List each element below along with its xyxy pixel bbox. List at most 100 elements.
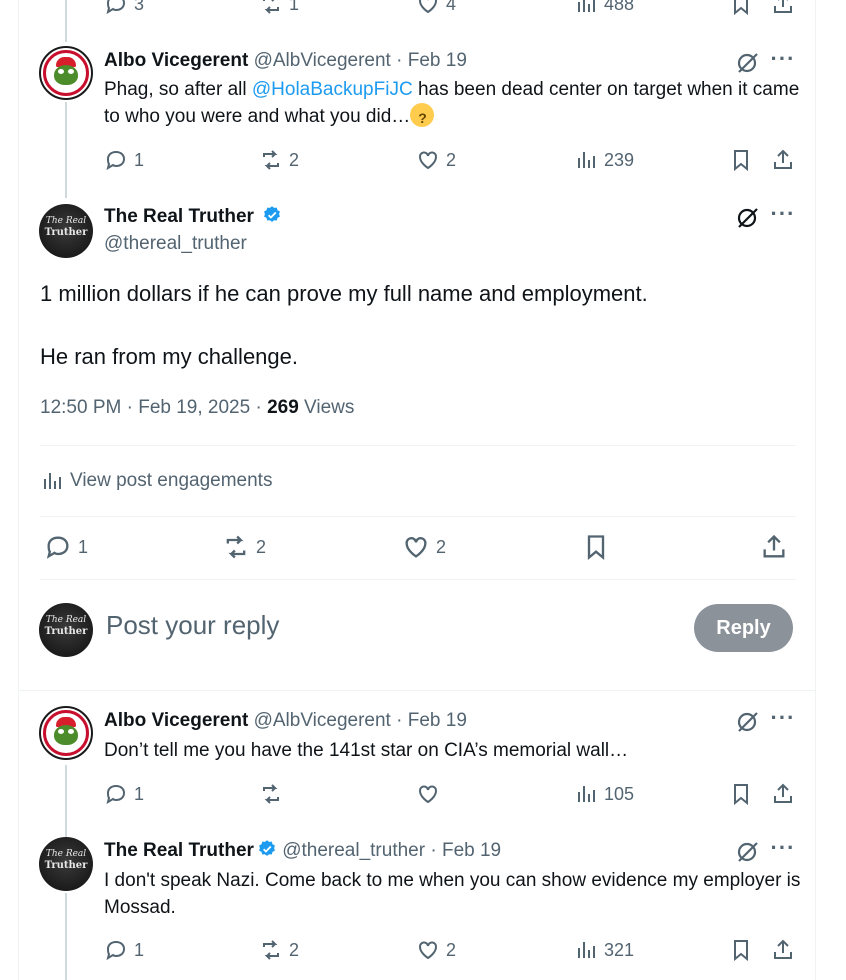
bookmark-action[interactable] [582, 533, 616, 561]
like-action[interactable]: 2 [416, 146, 456, 174]
engagements-icon [44, 473, 61, 489]
grok-icon[interactable] [735, 205, 761, 231]
more-icon[interactable]: ··· [770, 707, 796, 735]
view-engagements-link[interactable]: View post engagements [40, 469, 272, 493]
share-action[interactable] [771, 780, 801, 808]
repost-action[interactable]: 2 [259, 146, 299, 174]
mention-link[interactable]: @HolaBackupFiJC [252, 79, 413, 100]
verified-icon [264, 206, 281, 222]
username[interactable]: @AlbVicegerent [254, 50, 391, 71]
views-action[interactable]: 105 [574, 780, 634, 808]
like-count: 2 [446, 149, 457, 170]
avatar-albo[interactable] [39, 706, 93, 760]
reply-action[interactable]: 1 [44, 533, 88, 561]
verified-icon [259, 840, 275, 856]
more-icon[interactable]: ··· [770, 48, 796, 76]
repost-count: 1 [289, 0, 300, 14]
bookmark-action[interactable] [729, 936, 759, 964]
main-post-line1: 1 million dollars if he can prove my ful… [40, 281, 648, 306]
like-action[interactable]: 4 [416, 0, 456, 18]
reply-icon [106, 150, 126, 171]
more-icon[interactable]: ··· [770, 203, 796, 231]
like-action[interactable] [416, 780, 446, 808]
post-date[interactable]: · Feb 19 [430, 840, 501, 861]
bookmark-action[interactable] [729, 146, 759, 174]
like-icon [419, 0, 437, 14]
repost-count: 2 [289, 149, 300, 170]
share-action[interactable] [771, 146, 801, 174]
repost-icon [263, 0, 279, 14]
repost-action[interactable]: 2 [259, 936, 299, 964]
avatar-truther[interactable]: The Real Truther [39, 837, 93, 891]
like-action[interactable]: 2 [402, 533, 446, 561]
share-icon [774, 783, 792, 803]
views-action[interactable]: 488 [574, 0, 634, 18]
repost-icon [263, 940, 279, 960]
reply-count: 1 [134, 149, 145, 170]
share-icon [774, 939, 792, 959]
display-name[interactable]: Albo Vicegerent [104, 50, 248, 71]
reply2-header: Albo Vicegerent @AlbVicegerent · Feb 19 [104, 709, 467, 733]
views-count: 269 [267, 397, 299, 418]
views-icon [578, 942, 595, 958]
repost-icon [263, 150, 279, 170]
bookmark-icon [734, 0, 748, 16]
composer-avatar: The Real Truther [39, 603, 93, 657]
repost-count: 2 [256, 536, 267, 557]
views-icon [578, 152, 595, 168]
more-icon[interactable]: ··· [770, 837, 796, 865]
reply-icon [106, 0, 126, 15]
reply1-header: Albo Vicegerent @AlbVicegerent · Feb 19 [104, 49, 467, 73]
post-date[interactable]: · Feb 19 [396, 50, 467, 71]
display-name[interactable]: The Real Truther [104, 206, 254, 227]
grok-icon[interactable] [735, 839, 761, 865]
avatar-truther[interactable]: The Real Truther [39, 204, 93, 258]
like-icon [419, 785, 437, 804]
reply-count: 3 [134, 0, 145, 14]
reply3-actions: 1 2 2 321 [104, 936, 794, 964]
reply3-header: The Real Truther @thereal_truther · Feb … [104, 839, 501, 863]
like-icon [419, 941, 437, 960]
post-date[interactable]: · Feb 19 [396, 710, 467, 731]
username[interactable]: @thereal_truther [104, 232, 247, 256]
reply-action[interactable]: 3 [104, 0, 144, 18]
reply-button[interactable]: Reply [694, 604, 793, 652]
bookmark-action[interactable] [729, 780, 759, 808]
like-count: 2 [446, 939, 457, 960]
grok-icon[interactable] [735, 50, 761, 76]
grok-icon[interactable] [735, 709, 761, 735]
avatar-albo[interactable] [39, 46, 93, 100]
repost-action[interactable]: 2 [222, 533, 266, 561]
reply-count: 1 [134, 783, 145, 804]
share-icon [774, 149, 792, 169]
thread-line-reply3 [65, 893, 67, 980]
like-icon [405, 537, 427, 558]
views-icon [578, 786, 595, 802]
views-action[interactable]: 239 [574, 146, 634, 174]
divider [40, 579, 796, 580]
reply-action[interactable]: 1 [104, 936, 144, 964]
bookmark-icon [587, 535, 605, 560]
repost-action[interactable] [259, 780, 289, 808]
post-timestamp[interactable]: 12:50 PM · Feb 19, 2025 · [40, 397, 267, 418]
thread-line-reply1 [65, 102, 67, 198]
bookmark-action[interactable] [729, 0, 759, 18]
share-action[interactable] [760, 533, 794, 561]
share-action[interactable] [771, 936, 801, 964]
username[interactable]: @thereal_truther [282, 840, 425, 861]
reply-action[interactable]: 1 [104, 146, 144, 174]
views-action[interactable]: 321 [574, 936, 634, 964]
views-icon [578, 0, 595, 12]
share-action[interactable] [771, 0, 801, 18]
display-name[interactable]: Albo Vicegerent [104, 710, 248, 731]
reply2-text: Don’t tell me you have the 141st star on… [104, 740, 629, 761]
repost-action[interactable]: 1 [259, 0, 299, 18]
display-name[interactable]: The Real Truther [104, 840, 254, 861]
reply-action[interactable]: 1 [104, 780, 144, 808]
reply-count: 1 [78, 536, 89, 557]
bookmark-icon [734, 784, 748, 806]
thread-line-top [65, 0, 67, 42]
username[interactable]: @AlbVicegerent [254, 710, 391, 731]
reply-input[interactable]: Post your reply [106, 610, 279, 641]
like-action[interactable]: 2 [416, 936, 456, 964]
